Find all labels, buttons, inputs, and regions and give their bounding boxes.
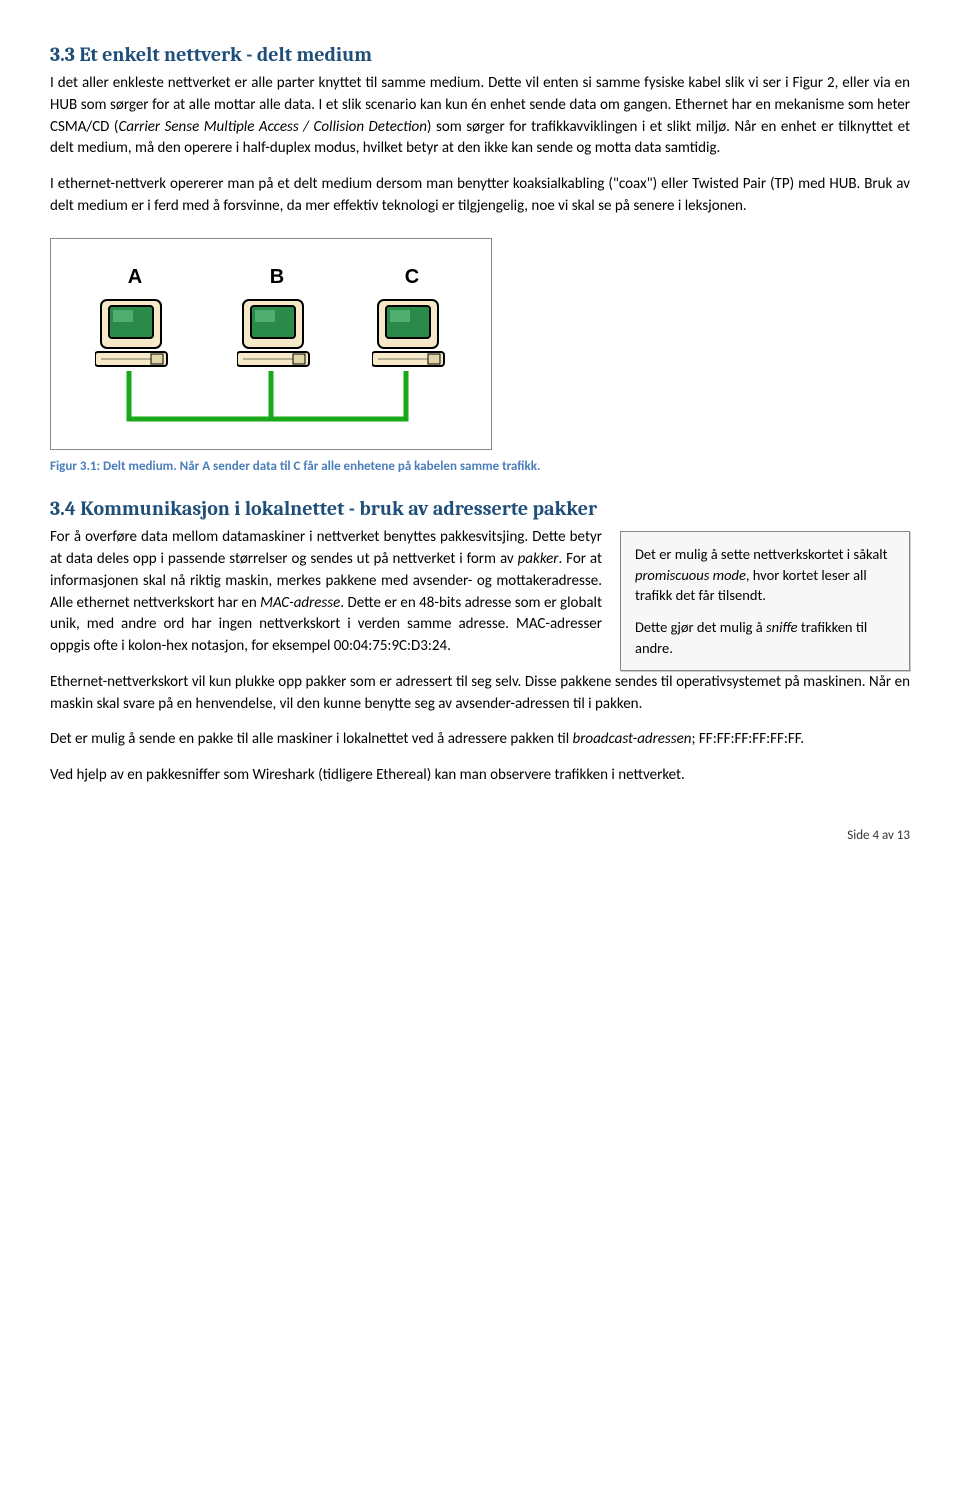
text: ; FF:FF:FF:FF:FF:FF. <box>692 730 805 748</box>
section-3-4-heading: 3.4 Kommunikasjon i lokalnettet - bruk a… <box>50 494 910 523</box>
computer-a: A <box>89 263 181 380</box>
text: Dette gjør det mulig å <box>635 618 766 636</box>
section-3-4-paragraph-3: Det er mulig å sende en pakke til alle m… <box>50 729 910 751</box>
section-3-3-heading: 3.3 Et enkelt nettverk - delt medium <box>50 40 910 69</box>
text: Det er mulig å sette nettverkskortet i s… <box>635 545 888 563</box>
section-3-3-paragraph-1: I det aller enkleste nettverket er alle … <box>50 73 910 160</box>
computer-b: B <box>231 263 323 380</box>
emphasis-promiscuous: promiscuous mode <box>635 566 746 584</box>
label-a: A <box>89 263 181 292</box>
two-column-layout: For å overføre data mellom datamaskiner … <box>50 527 910 672</box>
section-3-4-paragraph-4: Ved hjelp av en pakkesniffer som Wiresha… <box>50 765 910 787</box>
section-3-3-paragraph-2: I ethernet-nettverk opererer man på et d… <box>50 174 910 218</box>
computer-c: C <box>366 263 458 380</box>
section-3-4-paragraph-1: For å overføre data mellom datamaskiner … <box>50 527 602 658</box>
text: Det er mulig å sende en pakke til alle m… <box>50 730 573 748</box>
emphasis-sniffe: sniffe <box>766 618 798 636</box>
computer-icon <box>95 294 175 372</box>
label-b: B <box>231 263 323 292</box>
callout-paragraph-1: Det er mulig å sette nettverkskortet i s… <box>635 544 895 605</box>
emphasis-csma-cd: Carrier Sense Multiple Access / Collisio… <box>118 118 426 136</box>
emphasis-broadcast: broadcast-adressen <box>573 730 692 748</box>
main-text-column: For å overføre data mellom datamaskiner … <box>50 527 602 672</box>
page-footer: Side 4 av 13 <box>50 827 910 846</box>
network-diagram: A B C <box>50 238 492 450</box>
computer-icon <box>237 294 317 372</box>
computer-icon <box>372 294 452 372</box>
callout-paragraph-2: Dette gjør det mulig å sniffe trafikken … <box>635 617 895 658</box>
emphasis-pakker: pakker <box>518 550 559 568</box>
section-3-4-paragraph-2: Ethernet-nettverkskort vil kun plukke op… <box>50 672 910 716</box>
emphasis-mac: MAC-adresse <box>260 594 340 612</box>
callout-box: Det er mulig å sette nettverkskortet i s… <box>620 531 910 670</box>
figure-caption: Figur 3.1: Delt medium. Når A sender dat… <box>50 458 910 477</box>
label-c: C <box>366 263 458 292</box>
